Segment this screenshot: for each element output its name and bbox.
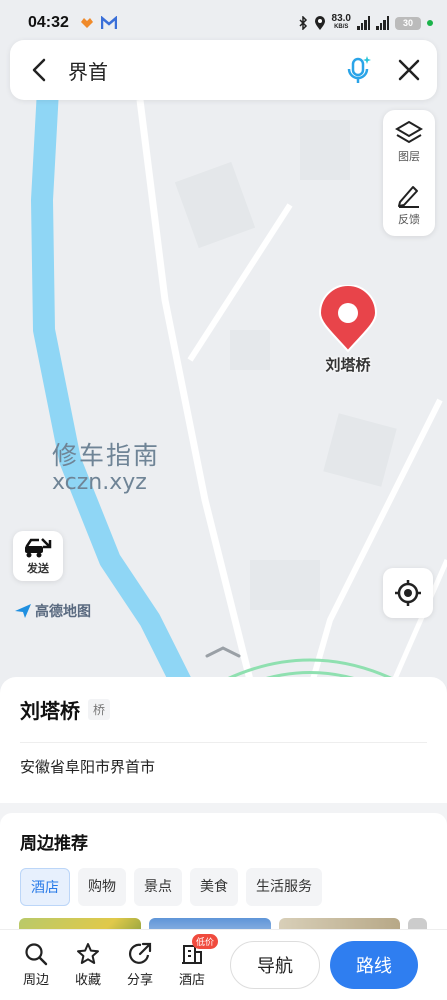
search-icon: [25, 943, 48, 966]
map-tools: 图层 反馈: [383, 110, 435, 236]
hotel-price-badge: 低价: [192, 934, 218, 949]
nearby-label: 周边: [22, 973, 49, 988]
route-button[interactable]: 路线: [330, 941, 418, 989]
place-name: 刘塔桥: [20, 699, 80, 723]
map-view[interactable]: [0, 0, 447, 700]
share-icon: [129, 942, 152, 964]
status-right: 83.0 KB/S 30: [298, 14, 433, 32]
crosshair-icon: [395, 580, 421, 606]
privacy-dot: [427, 20, 433, 26]
send-to-car-button[interactable]: 发送: [13, 531, 63, 581]
location-pin[interactable]: [318, 284, 378, 357]
amap-logo-icon: [15, 604, 31, 618]
watermark-line1: 修车指南: [52, 441, 161, 470]
layers-button[interactable]: 图层: [383, 110, 435, 173]
nearby-title: 周边推荐: [20, 834, 88, 854]
status-time: 04:32: [28, 14, 69, 31]
close-button[interactable]: [381, 40, 437, 100]
amap-logo: 高德地图: [14, 601, 91, 621]
place-category-tag: 桥: [88, 699, 111, 720]
heart-app-icon: [80, 18, 93, 28]
chip-hotel[interactable]: 酒店: [20, 868, 70, 906]
bottom-action-bar: 周边 收藏 分享 低价 酒店 导航 路线: [0, 929, 447, 1000]
microphone-icon: [347, 56, 371, 83]
nearby-chips: 酒店 购物 景点 美食 生活服务: [20, 868, 427, 906]
net-speed: 83.0 KB/S: [331, 13, 351, 31]
pencil-icon: [398, 185, 419, 208]
place-card: 刘塔桥 桥 安徽省阜阳市界首市: [0, 677, 447, 803]
feedback-label: 反馈: [398, 212, 420, 226]
layers-icon: [395, 120, 423, 143]
navigate-button[interactable]: 导航: [230, 941, 320, 989]
locate-me-button[interactable]: [383, 568, 433, 618]
favorite-label: 收藏: [74, 973, 101, 988]
chip-food[interactable]: 美食: [190, 868, 238, 906]
search-bar[interactable]: 界首: [10, 40, 437, 100]
back-arrow-icon: [32, 58, 46, 82]
brand-name: 高德地图: [35, 604, 91, 620]
nearby-button[interactable]: 周边: [10, 942, 62, 988]
sheet-expand-handle[interactable]: [203, 644, 243, 664]
close-icon: [398, 59, 420, 81]
mail-app-icon: [100, 16, 117, 29]
map-pin-icon: [318, 284, 378, 353]
star-icon: [77, 943, 99, 964]
map-canvas: [31, 89, 447, 695]
watermark: 修车指南 xczn.xyz: [52, 436, 160, 495]
feedback-button[interactable]: 反馈: [383, 173, 435, 236]
chip-life-services[interactable]: 生活服务: [246, 868, 322, 906]
back-button[interactable]: [10, 40, 68, 100]
hotel-label: 酒店: [178, 973, 205, 988]
search-query[interactable]: 界首: [68, 56, 337, 85]
chip-scenic[interactable]: 景点: [134, 868, 182, 906]
pin-label: 刘塔桥: [325, 356, 371, 374]
signal-5g-icon: [357, 16, 370, 30]
chip-shopping[interactable]: 购物: [78, 868, 126, 906]
bluetooth-icon: [299, 16, 307, 30]
notification-icons: [79, 16, 117, 30]
send-label: 发送: [27, 561, 49, 575]
car-send-icon: [25, 537, 52, 557]
layers-label: 图层: [398, 149, 420, 163]
share-button[interactable]: 分享: [114, 942, 166, 988]
divider: [20, 742, 427, 743]
favorite-button[interactable]: 收藏: [62, 942, 114, 988]
place-address: 安徽省阜阳市界首市: [20, 758, 156, 776]
chevron-up-icon: [205, 646, 241, 658]
battery-icon: 30: [395, 16, 421, 30]
location-icon: [314, 15, 325, 30]
hotel-button[interactable]: 低价 酒店: [166, 934, 218, 988]
share-label: 分享: [126, 973, 153, 988]
watermark-line2: xczn.xyz: [52, 470, 147, 495]
signal-5g-2-icon: [376, 16, 389, 30]
voice-button[interactable]: [337, 40, 381, 100]
